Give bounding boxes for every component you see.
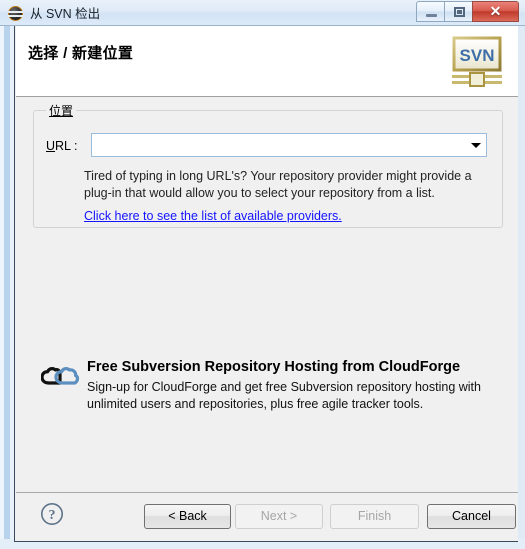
cancel-button[interactable]: Cancel [427, 504, 516, 529]
svn-repository-icon [8, 5, 24, 21]
close-icon: ✕ [489, 3, 502, 19]
window-title: 从 SVN 检出 [30, 7, 101, 21]
window-title-bar[interactable]: 从 SVN 检出 ✕ [0, 0, 525, 26]
finish-button: Finish [330, 504, 419, 529]
url-input[interactable] [96, 137, 466, 153]
wizard-button-bar: ? < Back Next > Finish Cancel [16, 492, 518, 541]
back-button[interactable]: < Back [144, 504, 231, 529]
location-group-label-text: 位置 [49, 104, 74, 118]
url-hint-text: Tired of typing in long URL's? Your repo… [84, 169, 472, 200]
window-controls: ✕ [416, 1, 519, 22]
wizard-body: 位置 URL : Tired of typing in long URL's? … [16, 97, 518, 492]
next-button-label: Next > [260, 509, 298, 523]
cancel-button-label: Cancel [452, 509, 491, 523]
finish-button-label: Finish [357, 509, 392, 523]
url-label-mnemonic: U [46, 139, 56, 153]
close-button[interactable]: ✕ [472, 1, 519, 22]
url-combo[interactable] [91, 133, 487, 157]
checkout-from-svn-dialog: 选择 / 新建位置 SVN 位置 URL: Tired of typing i… [14, 0, 518, 542]
cloudforge-description: Sign-up for CloudForge and get free Subv… [87, 380, 481, 411]
restore-icon [454, 7, 465, 17]
minimize-button[interactable] [416, 1, 445, 22]
title-bar-left: 从 SVN 检出 [8, 0, 100, 25]
svg-text:SVN: SVN [460, 46, 495, 65]
help-button[interactable]: ? [40, 502, 64, 526]
cloudforge-title: Free Subversion Repository Hosting from … [87, 359, 461, 375]
available-providers-link[interactable]: Click here to see the list of available … [84, 209, 342, 223]
next-button: Next > [235, 504, 323, 529]
url-label: URL : [46, 139, 78, 153]
url-label-rest: RL : [55, 139, 78, 153]
restore-button[interactable] [444, 1, 473, 22]
location-group-label: 位置 [46, 102, 77, 119]
wizard-header: 选择 / 新建位置 SVN [16, 26, 518, 97]
location-group-box: 位置 URL : Tired of typing in long URL's? … [33, 102, 503, 228]
chevron-down-icon[interactable] [471, 143, 481, 148]
page-title: 选择 / 新建位置 [28, 45, 134, 62]
minimize-icon [426, 14, 437, 17]
svg-text:?: ? [49, 508, 56, 523]
back-button-label: < Back [168, 509, 207, 523]
svn-logo: SVN [446, 34, 506, 90]
cloudforge-cloud-icon [40, 365, 81, 389]
